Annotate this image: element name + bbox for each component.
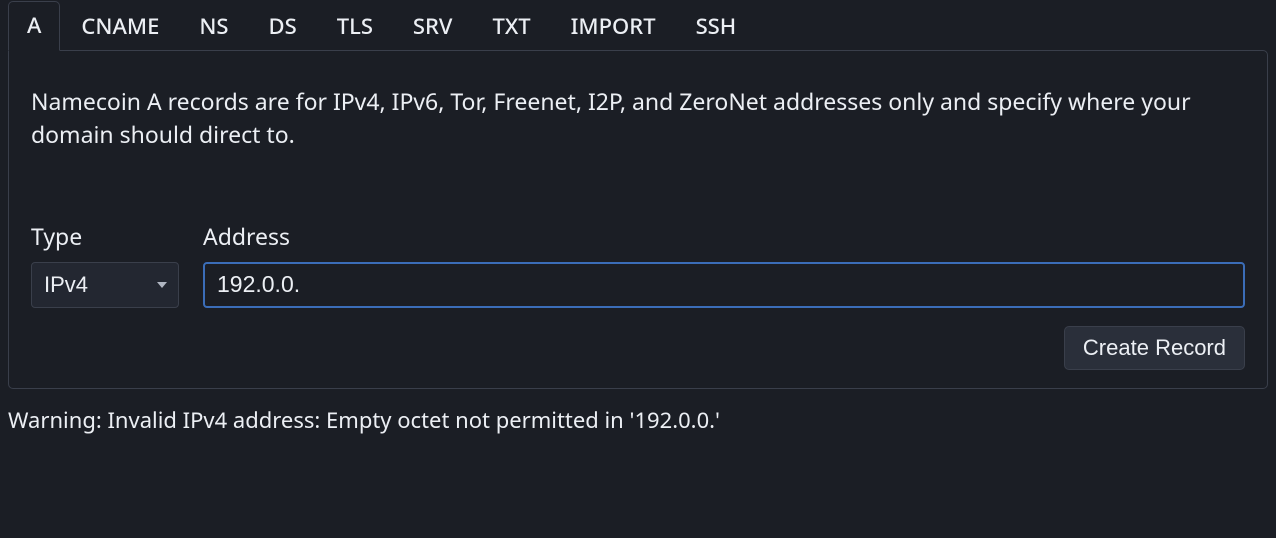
- tab-label: NS: [199, 11, 228, 41]
- type-label: Type: [31, 220, 179, 252]
- tab-label: SRV: [413, 11, 453, 41]
- tab-cname[interactable]: CNAME: [62, 2, 178, 51]
- tab-label: A: [27, 10, 41, 40]
- record-type-tabs: A CNAME NS DS TLS SRV TXT IMPORT SSH: [0, 0, 1276, 50]
- address-input[interactable]: [203, 262, 1245, 308]
- tab-ssh[interactable]: SSH: [677, 2, 756, 51]
- tab-label: CNAME: [81, 11, 159, 41]
- tab-label: SSH: [696, 11, 737, 41]
- form-row: Type IPv4 Address: [31, 220, 1245, 308]
- create-record-button[interactable]: Create Record: [1064, 326, 1245, 370]
- tab-srv[interactable]: SRV: [394, 2, 472, 51]
- record-description: Namecoin A records are for IPv4, IPv6, T…: [31, 85, 1231, 152]
- tab-label: IMPORT: [571, 11, 656, 41]
- tab-tls[interactable]: TLS: [318, 2, 392, 51]
- tab-label: TXT: [492, 11, 530, 41]
- tab-ns[interactable]: NS: [180, 2, 247, 51]
- type-select-wrap: IPv4: [31, 262, 179, 308]
- tab-ds[interactable]: DS: [250, 2, 316, 51]
- status-message: Warning: Invalid IPv4 address: Empty oct…: [0, 389, 1276, 435]
- tab-import[interactable]: IMPORT: [552, 2, 675, 51]
- type-field-group: Type IPv4: [31, 220, 179, 308]
- record-form-panel: Namecoin A records are for IPv4, IPv6, T…: [8, 50, 1268, 389]
- form-actions: Create Record: [31, 326, 1245, 370]
- tab-a[interactable]: A: [8, 1, 60, 51]
- type-select[interactable]: IPv4: [31, 262, 179, 308]
- tab-txt[interactable]: TXT: [473, 2, 549, 51]
- address-field-group: Address: [203, 220, 1245, 308]
- address-label: Address: [203, 220, 1245, 252]
- tab-label: DS: [269, 11, 297, 41]
- tab-label: TLS: [337, 11, 373, 41]
